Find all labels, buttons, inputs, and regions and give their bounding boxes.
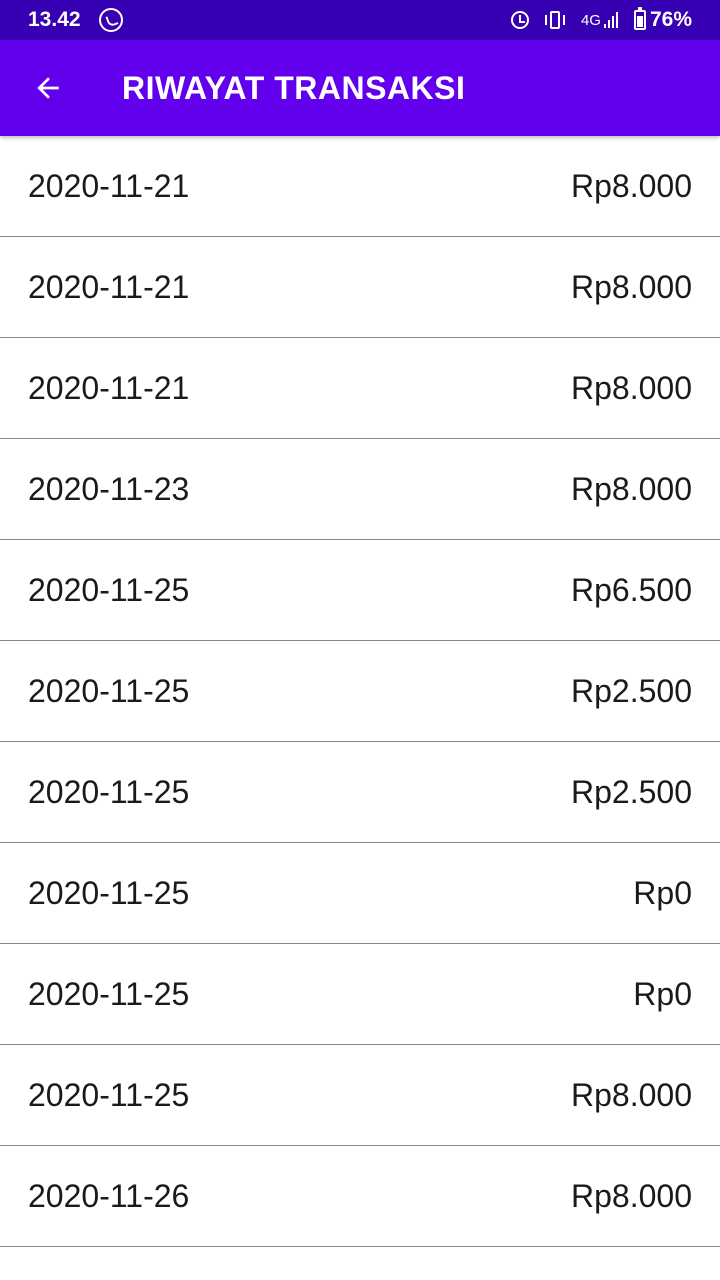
transaction-date: 2020-11-21 <box>28 268 190 305</box>
battery-percent: 76% <box>649 8 692 31</box>
status-bar-right: 4G 76% <box>497 7 692 32</box>
network-indicator: 4G <box>581 12 620 29</box>
back-button[interactable] <box>16 56 80 120</box>
transaction-amount: Rp8.000 <box>571 167 692 204</box>
app-bar: RIWAYAT TRANSAKSI <box>0 40 720 136</box>
transaction-list[interactable]: 2020-11-21 Rp8.000 2020-11-21 Rp8.000 2020-1… <box>0 136 720 1247</box>
transaction-row[interactable]: 2020-11-21 Rp8.000 <box>0 136 720 237</box>
transaction-row[interactable]: 2020-11-25 Rp2.500 <box>0 641 720 742</box>
transaction-date: 2020-11-23 <box>28 470 190 507</box>
status-bar: 13.42 4G 76% <box>0 0 720 40</box>
network-type: 4G <box>580 11 601 29</box>
transaction-date: 2020-11-26 <box>28 1177 190 1214</box>
page-title: RIWAYAT TRANSAKSI <box>122 69 466 106</box>
transaction-row[interactable]: 2020-11-26 Rp8.000 <box>0 1146 720 1247</box>
arrow-back-icon <box>37 77 59 99</box>
transaction-row[interactable]: 2020-11-21 Rp8.000 <box>0 237 720 338</box>
transaction-amount: Rp8.000 <box>571 1177 692 1214</box>
transaction-row[interactable]: 2020-11-25 Rp0 <box>0 944 720 1045</box>
transaction-amount: Rp2.500 <box>571 672 692 709</box>
whatsapp-icon <box>98 8 123 32</box>
transaction-amount: Rp8.000 <box>571 470 692 507</box>
transaction-date: 2020-11-25 <box>28 874 190 911</box>
transaction-row[interactable]: 2020-11-25 Rp0 <box>0 843 720 944</box>
transaction-amount: Rp6.500 <box>571 571 692 608</box>
vibrate-icon <box>543 11 567 29</box>
transaction-amount: Rp0 <box>633 874 692 911</box>
transaction-amount: Rp0 <box>633 975 692 1012</box>
transaction-date: 2020-11-25 <box>28 773 190 810</box>
transaction-row[interactable]: 2020-11-25 Rp8.000 <box>0 1045 720 1146</box>
transaction-date: 2020-11-25 <box>28 1076 190 1113</box>
transaction-row[interactable]: 2020-11-21 Rp8.000 <box>0 338 720 439</box>
status-time: 13.42 <box>28 8 81 31</box>
transaction-date: 2020-11-25 <box>28 571 190 608</box>
transaction-date: 2020-11-21 <box>28 369 190 406</box>
transaction-date: 2020-11-25 <box>28 672 190 709</box>
transaction-date: 2020-11-21 <box>28 167 190 204</box>
status-bar-left: 13.42 <box>28 8 123 32</box>
transaction-amount: Rp8.000 <box>571 369 692 406</box>
transaction-amount: Rp8.000 <box>571 268 692 305</box>
transaction-row[interactable]: 2020-11-25 Rp6.500 <box>0 540 720 641</box>
transaction-row[interactable]: 2020-11-23 Rp8.000 <box>0 439 720 540</box>
signal-icon <box>603 12 620 28</box>
battery-indicator: 76% <box>633 7 692 32</box>
alarm-icon <box>510 11 529 29</box>
transaction-amount: Rp2.500 <box>571 773 692 810</box>
transaction-row[interactable]: 2020-11-25 Rp2.500 <box>0 742 720 843</box>
transaction-amount: Rp8.000 <box>571 1076 692 1113</box>
transaction-date: 2020-11-25 <box>28 975 190 1012</box>
battery-icon <box>633 7 646 30</box>
